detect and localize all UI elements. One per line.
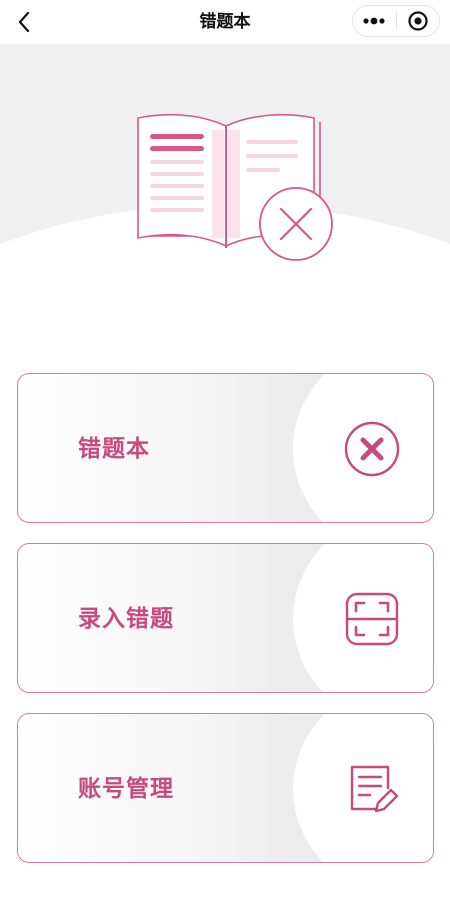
more-dots-icon: [363, 17, 385, 25]
edit-note-icon: [350, 765, 399, 813]
close-mini-program-button[interactable]: [396, 6, 439, 36]
menu-card-label: 录入错题: [78, 606, 174, 632]
more-button[interactable]: [353, 6, 396, 36]
menu-card-label: 账号管理: [78, 776, 174, 802]
wrong-x-icon: [344, 421, 400, 477]
hero-banner: [0, 44, 450, 344]
target-close-icon: [408, 11, 428, 31]
menu-card-enter-question[interactable]: 录入错题: [17, 543, 434, 693]
mini-program-capsule: [352, 5, 440, 37]
menu-card-label: 错题本: [78, 436, 150, 462]
menu-card-wrong-book[interactable]: 错题本: [17, 373, 434, 523]
menu-card-account-management[interactable]: 账号管理: [17, 713, 434, 863]
top-navigation-bar: 错题本: [0, 0, 450, 44]
scan-icon: [345, 592, 399, 646]
wrong-answer-book-icon: [137, 113, 333, 261]
